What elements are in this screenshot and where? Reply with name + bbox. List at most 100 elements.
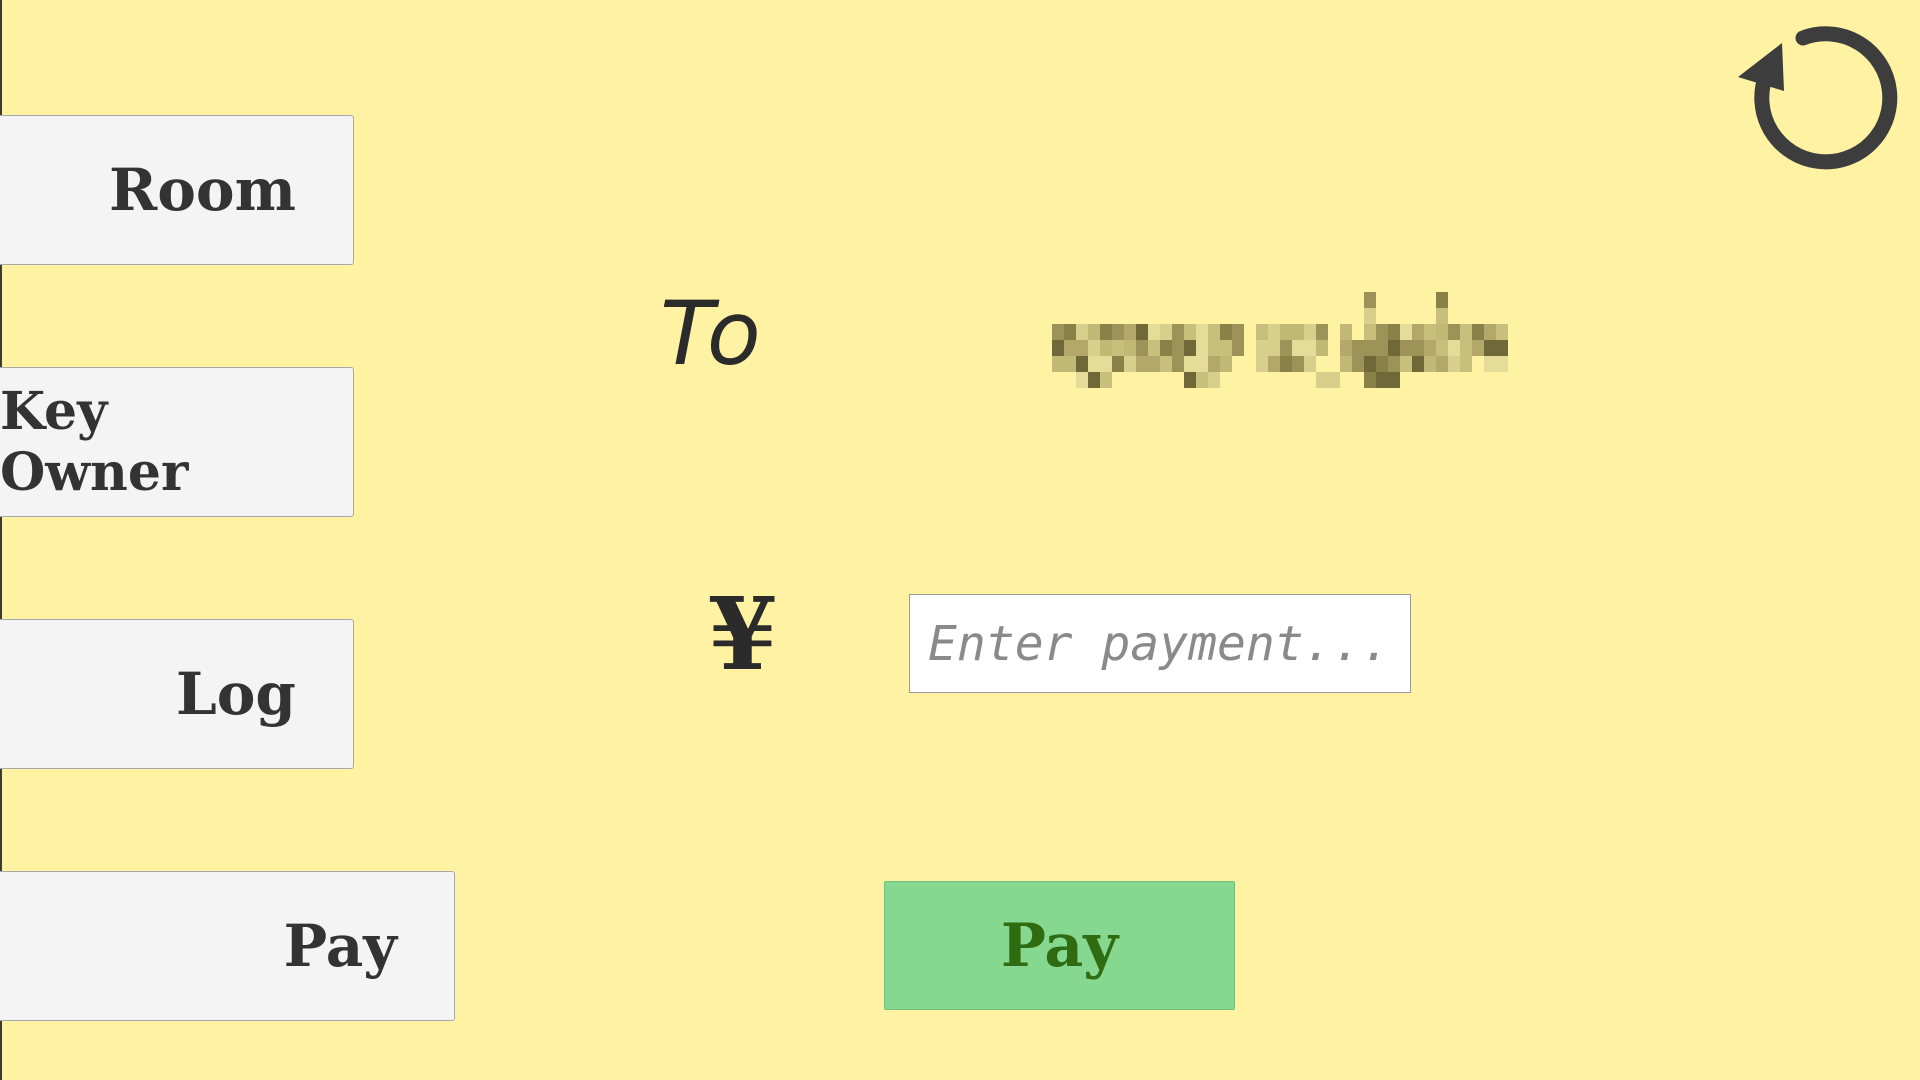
redaction-pixel — [1148, 340, 1160, 356]
redaction-pixel — [1460, 324, 1472, 340]
redaction-pixel — [1052, 340, 1064, 356]
redaction-pixel — [1112, 340, 1124, 356]
redaction-pixel — [1472, 324, 1484, 340]
redaction-pixel — [1436, 324, 1448, 340]
redaction-pixel — [1100, 324, 1112, 340]
redaction-pixel — [1364, 292, 1376, 308]
refresh-icon — [1738, 26, 1898, 170]
redaction-pixel — [1292, 324, 1304, 340]
redaction-pixel — [1232, 324, 1244, 340]
redaction-pixel — [1316, 340, 1328, 356]
redaction-pixel — [1400, 356, 1412, 372]
redaction-pixel — [1088, 340, 1100, 356]
redaction-pixel — [1424, 324, 1436, 340]
redaction-pixel — [1100, 356, 1112, 372]
redaction-pixel — [1292, 356, 1304, 372]
nav-log-button[interactable]: Log — [0, 619, 354, 769]
redaction-pixel — [1340, 324, 1352, 340]
redaction-pixel — [1160, 356, 1172, 372]
redaction-pixel — [1436, 356, 1448, 372]
redaction-pixel — [1400, 324, 1412, 340]
redaction-pixel — [1088, 324, 1100, 340]
redaction-pixel — [1136, 340, 1148, 356]
payment-amount-input[interactable] — [909, 594, 1411, 693]
redaction-pixel — [1124, 356, 1136, 372]
redaction-pixel — [1364, 372, 1376, 388]
redaction-pixel — [1316, 372, 1328, 388]
redaction-pixel — [1412, 356, 1424, 372]
redaction-pixel — [1064, 340, 1076, 356]
redaction-pixel — [1184, 372, 1196, 388]
redaction-pixel — [1280, 324, 1292, 340]
redaction-pixel — [1364, 356, 1376, 372]
redaction-pixel — [1460, 356, 1472, 372]
redaction-pixel — [1388, 324, 1400, 340]
redaction-pixel — [1472, 340, 1484, 356]
redaction-pixel — [1220, 340, 1232, 356]
redaction-pixel — [1076, 324, 1088, 340]
redaction-pixel — [1496, 340, 1508, 356]
redaction-pixel — [1124, 340, 1136, 356]
redaction-pixel — [1484, 324, 1496, 340]
redaction-pixel — [1064, 324, 1076, 340]
redaction-pixel — [1376, 324, 1388, 340]
redaction-pixel — [1376, 372, 1388, 388]
redaction-pixel — [1304, 340, 1316, 356]
redaction-pixel — [1364, 324, 1376, 340]
redaction-pixel — [1460, 340, 1472, 356]
nav-pay-button[interactable]: Pay — [0, 871, 455, 1021]
redaction-pixel — [1268, 324, 1280, 340]
redaction-pixel — [1304, 324, 1316, 340]
redaction-pixel — [1208, 356, 1220, 372]
redaction-pixel — [1388, 372, 1400, 388]
redaction-pixel — [1448, 356, 1460, 372]
redaction-pixel — [1436, 308, 1448, 324]
redaction-pixel — [1196, 372, 1208, 388]
redaction-pixel — [1292, 340, 1304, 356]
redaction-pixel — [1436, 292, 1448, 308]
redaction-pixel — [1412, 324, 1424, 340]
nav-key-owner-button[interactable]: Key Owner — [0, 367, 354, 517]
redaction-pixel — [1340, 340, 1352, 356]
redaction-pixel — [1256, 324, 1268, 340]
redaction-pixel — [1484, 340, 1496, 356]
redaction-pixel — [1100, 340, 1112, 356]
redaction-pixel — [1052, 356, 1064, 372]
currency-symbol: ¥ — [708, 575, 778, 693]
redaction-pixel — [1436, 340, 1448, 356]
recipient-label: To — [660, 282, 765, 385]
nav-room-button[interactable]: Room — [0, 115, 354, 265]
redaction-pixel — [1112, 324, 1124, 340]
redaction-pixel — [1340, 356, 1352, 372]
redaction-pixel — [1304, 356, 1316, 372]
redaction-pixel — [1424, 356, 1436, 372]
redaction-pixel — [1280, 340, 1292, 356]
redaction-pixel — [1184, 324, 1196, 340]
redaction-pixel — [1184, 340, 1196, 356]
redaction-pixel — [1196, 356, 1208, 372]
redaction-pixel — [1136, 356, 1148, 372]
redaction-pixel — [1172, 340, 1184, 356]
redaction-pixel — [1136, 324, 1148, 340]
redaction-pixel — [1232, 340, 1244, 356]
redaction-pixel — [1496, 356, 1508, 372]
redaction-pixel — [1352, 340, 1364, 356]
redaction-pixel — [1076, 356, 1088, 372]
redaction-pixel — [1280, 356, 1292, 372]
redaction-pixel — [1364, 340, 1376, 356]
redaction-pixel — [1484, 356, 1496, 372]
redaction-pixel — [1268, 356, 1280, 372]
refresh-button[interactable] — [1738, 15, 1898, 175]
redaction-pixel — [1256, 340, 1268, 356]
redaction-pixel — [1208, 324, 1220, 340]
redaction-pixel — [1088, 356, 1100, 372]
redaction-pixel — [1256, 356, 1268, 372]
redaction-pixel — [1100, 372, 1112, 388]
redaction-pixel — [1496, 324, 1508, 340]
pay-submit-button[interactable]: Pay — [884, 881, 1235, 1010]
redaction-pixel — [1208, 372, 1220, 388]
redaction-pixel — [1220, 324, 1232, 340]
redaction-pixel — [1160, 340, 1172, 356]
recipient-name-redacted — [1052, 292, 1508, 388]
redaction-pixel — [1076, 372, 1088, 388]
